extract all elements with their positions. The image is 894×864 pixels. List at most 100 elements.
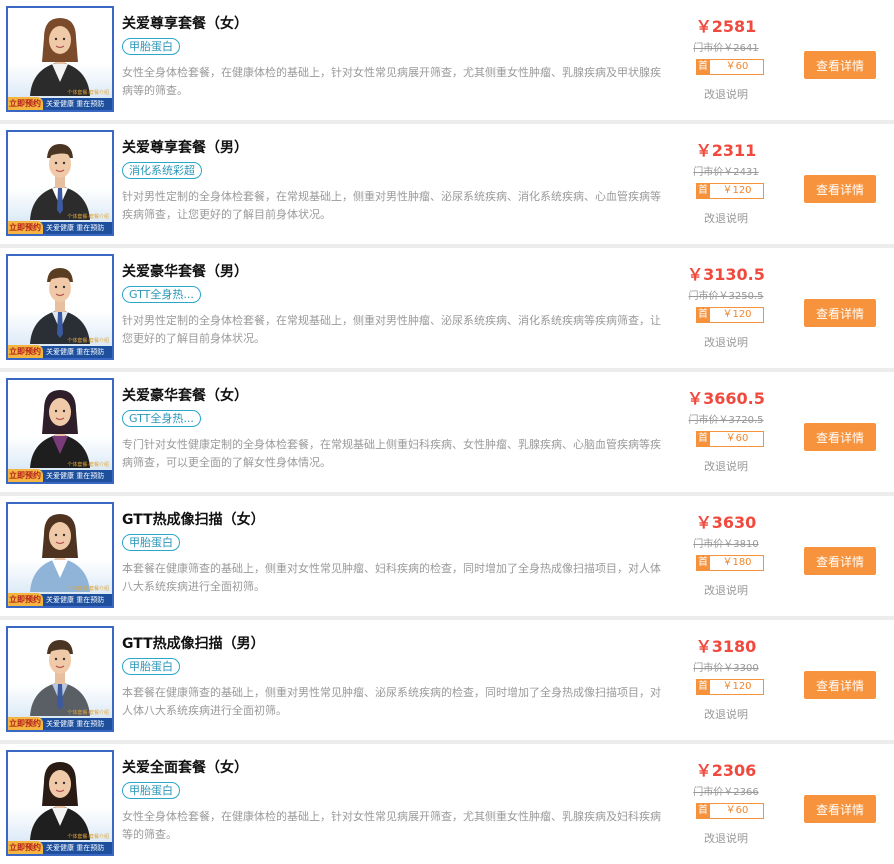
package-title[interactable]: 关爱尊享套餐（男）	[122, 137, 248, 157]
package-tag: 甲胎蛋白	[122, 658, 180, 675]
package-title[interactable]: 关爱全面套餐（女）	[122, 757, 248, 777]
package-thumbnail[interactable]: 个体套餐·套餐介绍 立即预约 关爱健康 重在预防	[6, 130, 114, 236]
coupon-amount: ￥120	[722, 185, 752, 196]
coupon-amount: ￥180	[722, 557, 752, 568]
package-tag: 甲胎蛋白	[122, 534, 180, 551]
first-order-coupon: 首 ￥180	[696, 555, 764, 571]
package-description: 本套餐在健康筛查的基础上，侧重对女性常见肿瘤、妇科疾病的检查，同时增加了全身热成…	[122, 562, 661, 593]
thumbnail-slogan: 关爱健康 重在预防	[46, 348, 105, 356]
thumbnail-slogan: 关爱健康 重在预防	[46, 224, 105, 232]
package-thumbnail[interactable]: 个体套餐·套餐介绍 立即预约 关爱健康 重在预防	[6, 254, 114, 360]
coupon-amount: ￥120	[722, 309, 752, 320]
package-description: 女性全身体检套餐，在健康体检的基础上，针对女性常见病展开筛查，尤其侧重女性肿瘤、…	[122, 810, 661, 841]
woman-photo	[30, 18, 90, 96]
refund-policy-link[interactable]: 改退说明	[666, 334, 786, 350]
package-thumbnail[interactable]: 个体套餐·套餐介绍 立即预约 关爱健康 重在预防	[6, 378, 114, 484]
package-tag: 甲胎蛋白	[122, 782, 180, 799]
package-price: ￥2311	[695, 141, 757, 160]
coupon-amount: ￥60	[725, 433, 749, 444]
woman-photo	[30, 514, 90, 592]
package-price: ￥3180	[695, 637, 757, 656]
view-details-button[interactable]: 查看详情	[804, 299, 876, 327]
thumbnail-caption: 个体套餐·套餐介绍	[67, 214, 109, 220]
package-list: 个体套餐·套餐介绍 立即预约 关爱健康 重在预防 关爱尊享套餐（女） 甲胎蛋白 …	[0, 0, 894, 864]
view-details-button[interactable]: 查看详情	[804, 423, 876, 451]
first-order-coupon: 首 ￥120	[696, 679, 764, 695]
first-order-coupon: 首 ￥60	[696, 803, 764, 819]
coupon-amount: ￥60	[725, 61, 749, 72]
coupon-label: 首	[696, 803, 710, 819]
view-details-button[interactable]: 查看详情	[804, 547, 876, 575]
package-item: 个体套餐·套餐介绍 立即预约 关爱健康 重在预防 GTT热成像扫描（男） 甲胎蛋…	[0, 620, 894, 740]
refund-policy-link[interactable]: 改退说明	[666, 582, 786, 598]
thumbnail-caption: 个体套餐·套餐介绍	[67, 462, 109, 468]
package-tag: 甲胎蛋白	[122, 38, 180, 55]
market-price: 门市价￥2366	[693, 787, 759, 798]
book-now-badge: 立即预约	[8, 841, 43, 854]
first-order-coupon: 首 ￥120	[696, 307, 764, 323]
thumbnail-caption: 个体套餐·套餐介绍	[67, 90, 109, 96]
market-price: 门市价￥3250.5	[688, 291, 764, 302]
woman-photo	[30, 762, 90, 840]
package-title[interactable]: 关爱豪华套餐（女）	[122, 385, 248, 405]
thumbnail-slogan: 关爱健康 重在预防	[46, 720, 105, 728]
view-details-button[interactable]: 查看详情	[804, 51, 876, 79]
view-details-button[interactable]: 查看详情	[804, 795, 876, 823]
package-item: 个体套餐·套餐介绍 立即预约 关爱健康 重在预防 关爱豪华套餐（女） GTT全身…	[0, 372, 894, 492]
book-now-badge: 立即预约	[8, 593, 43, 606]
thumbnail-caption: 个体套餐·套餐介绍	[67, 586, 109, 592]
book-now-badge: 立即预约	[8, 717, 43, 730]
first-order-coupon: 首 ￥60	[696, 59, 764, 75]
market-price: 门市价￥3720.5	[688, 415, 764, 426]
package-description: 针对男性定制的全身体检套餐，在常规基础上，侧重对男性肿瘤、泌尿系统疾病、消化系统…	[122, 314, 661, 345]
coupon-label: 首	[696, 679, 710, 695]
package-thumbnail[interactable]: 个体套餐·套餐介绍 立即预约 关爱健康 重在预防	[6, 626, 114, 732]
view-details-button[interactable]: 查看详情	[804, 175, 876, 203]
package-description: 女性全身体检套餐，在健康体检的基础上，针对女性常见病展开筛查，尤其侧重女性肿瘤、…	[122, 66, 661, 97]
market-price: 门市价￥3300	[693, 663, 759, 674]
coupon-label: 首	[696, 183, 710, 199]
package-item: 个体套餐·套餐介绍 立即预约 关爱健康 重在预防 关爱豪华套餐（男） GTT全身…	[0, 248, 894, 368]
package-title[interactable]: 关爱尊享套餐（女）	[122, 13, 248, 33]
thumbnail-slogan: 关爱健康 重在预防	[46, 100, 105, 108]
thumbnail-caption: 个体套餐·套餐介绍	[67, 834, 109, 840]
man-photo	[30, 268, 90, 344]
package-title[interactable]: 关爱豪华套餐（男）	[122, 261, 248, 281]
package-title[interactable]: GTT热成像扫描（女）	[122, 509, 265, 529]
refund-policy-link[interactable]: 改退说明	[666, 210, 786, 226]
refund-policy-link[interactable]: 改退说明	[666, 86, 786, 102]
first-order-coupon: 首 ￥60	[696, 431, 764, 447]
package-title[interactable]: GTT热成像扫描（男）	[122, 633, 265, 653]
book-now-badge: 立即预约	[8, 469, 43, 482]
package-item: 个体套餐·套餐介绍 立即预约 关爱健康 重在预防 关爱全面套餐（女） 甲胎蛋白 …	[0, 744, 894, 864]
book-now-badge: 立即预约	[8, 221, 43, 234]
thumbnail-slogan: 关爱健康 重在预防	[46, 596, 105, 604]
refund-policy-link[interactable]: 改退说明	[666, 706, 786, 722]
package-price: ￥2581	[695, 17, 757, 36]
market-price: 门市价￥2431	[693, 167, 759, 178]
package-thumbnail[interactable]: 个体套餐·套餐介绍 立即预约 关爱健康 重在预防	[6, 6, 114, 112]
man-photo	[30, 640, 90, 716]
coupon-amount: ￥120	[722, 681, 752, 692]
coupon-amount: ￥60	[725, 805, 749, 816]
book-now-badge: 立即预约	[8, 345, 43, 358]
thumbnail-caption: 个体套餐·套餐介绍	[67, 338, 109, 344]
view-details-button[interactable]: 查看详情	[804, 671, 876, 699]
refund-policy-link[interactable]: 改退说明	[666, 830, 786, 846]
coupon-label: 首	[696, 307, 710, 323]
refund-policy-link[interactable]: 改退说明	[666, 458, 786, 474]
package-price: ￥3630	[695, 513, 757, 532]
package-item: 个体套餐·套餐介绍 立即预约 关爱健康 重在预防 关爱尊享套餐（男） 消化系统彩…	[0, 124, 894, 244]
package-tag: GTT全身热...	[122, 410, 201, 427]
package-item: 个体套餐·套餐介绍 立即预约 关爱健康 重在预防 GTT热成像扫描（女） 甲胎蛋…	[0, 496, 894, 616]
package-thumbnail[interactable]: 个体套餐·套餐介绍 立即预约 关爱健康 重在预防	[6, 750, 114, 856]
package-description: 针对男性定制的全身体检套餐，在常规基础上，侧重对男性肿瘤、泌尿系统疾病、消化系统…	[122, 190, 661, 221]
package-item: 个体套餐·套餐介绍 立即预约 关爱健康 重在预防 关爱尊享套餐（女） 甲胎蛋白 …	[0, 0, 894, 120]
coupon-label: 首	[696, 59, 710, 75]
market-price: 门市价￥2641	[693, 43, 759, 54]
package-thumbnail[interactable]: 个体套餐·套餐介绍 立即预约 关爱健康 重在预防	[6, 502, 114, 608]
package-price: ￥3130.5	[687, 265, 765, 284]
woman-photo	[30, 390, 90, 468]
package-price: ￥3660.5	[687, 389, 765, 408]
book-now-badge: 立即预约	[8, 97, 43, 110]
